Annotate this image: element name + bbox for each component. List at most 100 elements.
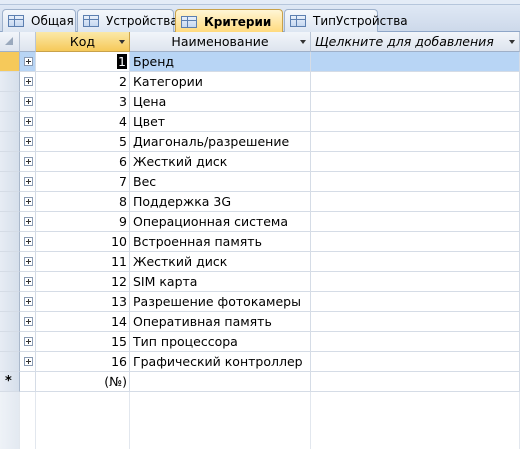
- name-cell[interactable]: Жесткий диск: [130, 152, 311, 172]
- table-row[interactable]: 7 Вес: [0, 172, 520, 192]
- name-cell[interactable]: Поддержка 3G: [130, 192, 311, 212]
- expand-cell[interactable]: [20, 72, 36, 92]
- expand-cell[interactable]: [20, 52, 36, 72]
- record-selector[interactable]: [0, 172, 20, 192]
- kod-cell[interactable]: 10: [36, 232, 130, 252]
- expand-plus-icon[interactable]: [24, 317, 33, 326]
- add-field-cell[interactable]: [311, 352, 520, 372]
- table-row[interactable]: 11 Жесткий диск: [0, 252, 520, 272]
- add-field-cell[interactable]: [311, 312, 520, 332]
- expand-cell[interactable]: [20, 92, 36, 112]
- table-row[interactable]: 16 Графический контроллер: [0, 352, 520, 372]
- name-cell[interactable]: Графический контроллер: [130, 352, 311, 372]
- expand-plus-icon[interactable]: [24, 177, 33, 186]
- kod-cell[interactable]: 8: [36, 192, 130, 212]
- table-row[interactable]: 8 Поддержка 3G: [0, 192, 520, 212]
- kod-cell[interactable]: 14: [36, 312, 130, 332]
- name-cell[interactable]: Вес: [130, 172, 311, 192]
- expand-plus-icon[interactable]: [24, 97, 33, 106]
- kod-cell[interactable]: 12: [36, 272, 130, 292]
- expand-plus-icon[interactable]: [24, 357, 33, 366]
- record-selector[interactable]: [0, 152, 20, 172]
- kod-cell[interactable]: 11: [36, 252, 130, 272]
- add-field-cell[interactable]: [311, 292, 520, 312]
- record-selector[interactable]: [0, 112, 20, 132]
- add-field-cell[interactable]: [311, 112, 520, 132]
- expand-cell[interactable]: [20, 192, 36, 212]
- expand-plus-icon[interactable]: [24, 217, 33, 226]
- expand-cell[interactable]: [20, 112, 36, 132]
- expand-plus-icon[interactable]: [24, 297, 33, 306]
- kod-cell[interactable]: 6: [36, 152, 130, 172]
- kod-cell[interactable]: 9: [36, 212, 130, 232]
- add-field-cell[interactable]: [311, 152, 520, 172]
- dropdown-arrow-icon[interactable]: [300, 40, 306, 44]
- expand-cell[interactable]: [20, 132, 36, 152]
- expand-cell[interactable]: [20, 172, 36, 192]
- name-cell[interactable]: Цвет: [130, 112, 311, 132]
- expand-cell[interactable]: [20, 312, 36, 332]
- add-field-cell[interactable]: [311, 272, 520, 292]
- record-selector[interactable]: [0, 132, 20, 152]
- kod-cell[interactable]: 4: [36, 112, 130, 132]
- record-selector[interactable]: [0, 52, 20, 72]
- name-cell[interactable]: Разрешение фотокамеры: [130, 292, 311, 312]
- expand-cell[interactable]: [20, 232, 36, 252]
- expand-plus-icon[interactable]: [24, 57, 33, 66]
- add-field-cell[interactable]: [311, 92, 520, 112]
- add-field-cell[interactable]: [311, 332, 520, 352]
- table-row[interactable]: 12 SIM карта: [0, 272, 520, 292]
- kod-cell[interactable]: 15: [36, 332, 130, 352]
- table-row[interactable]: 14 Оперативная память: [0, 312, 520, 332]
- add-field-cell[interactable]: [311, 252, 520, 272]
- add-field-cell[interactable]: [311, 372, 520, 392]
- column-header-name[interactable]: Наименование: [130, 32, 311, 52]
- select-all-corner[interactable]: [0, 32, 20, 52]
- expand-plus-icon[interactable]: [24, 337, 33, 346]
- name-cell[interactable]: Цена: [130, 92, 311, 112]
- record-selector[interactable]: [0, 252, 20, 272]
- expand-plus-icon[interactable]: [24, 277, 33, 286]
- record-selector[interactable]: [0, 332, 20, 352]
- record-selector[interactable]: [0, 352, 20, 372]
- dropdown-arrow-icon[interactable]: [119, 40, 125, 44]
- name-cell[interactable]: Встроенная память: [130, 232, 311, 252]
- expand-cell[interactable]: [20, 252, 36, 272]
- expand-plus-icon[interactable]: [24, 237, 33, 246]
- tab-tipustroystva[interactable]: ТипУстройства: [284, 9, 408, 32]
- record-selector[interactable]: [0, 292, 20, 312]
- record-selector[interactable]: [0, 212, 20, 232]
- kod-cell[interactable]: 16: [36, 352, 130, 372]
- kod-cell[interactable]: 5: [36, 132, 130, 152]
- table-row[interactable]: 5 Диагональ/разрешение: [0, 132, 520, 152]
- expand-plus-icon[interactable]: [24, 117, 33, 126]
- table-row[interactable]: 6 Жесткий диск: [0, 152, 520, 172]
- table-row[interactable]: 9 Операционная система: [0, 212, 520, 232]
- expand-plus-icon[interactable]: [24, 257, 33, 266]
- column-header-kod[interactable]: Код: [36, 32, 130, 52]
- expand-plus-icon[interactable]: [24, 197, 33, 206]
- table-row[interactable]: 15 Тип процессора: [0, 332, 520, 352]
- name-cell[interactable]: Категории: [130, 72, 311, 92]
- record-selector[interactable]: [0, 92, 20, 112]
- add-field-cell[interactable]: [311, 132, 520, 152]
- expand-cell[interactable]: [20, 332, 36, 352]
- name-cell[interactable]: SIM карта: [130, 272, 311, 292]
- table-row[interactable]: 1 Бренд: [0, 52, 520, 72]
- add-field-cell[interactable]: [311, 232, 520, 252]
- kod-cell[interactable]: 7: [36, 172, 130, 192]
- add-field-cell[interactable]: [311, 172, 520, 192]
- table-row[interactable]: 10 Встроенная память: [0, 232, 520, 252]
- kod-cell[interactable]: 3: [36, 92, 130, 112]
- name-cell[interactable]: Тип процессора: [130, 332, 311, 352]
- name-cell[interactable]: Жесткий диск: [130, 252, 311, 272]
- expand-plus-icon[interactable]: [24, 157, 33, 166]
- add-field-cell[interactable]: [311, 72, 520, 92]
- expand-cell[interactable]: [20, 212, 36, 232]
- record-selector[interactable]: *: [0, 372, 20, 392]
- name-cell[interactable]: Бренд: [130, 52, 311, 72]
- record-selector[interactable]: [0, 232, 20, 252]
- table-row[interactable]: 3 Цена: [0, 92, 520, 112]
- kod-cell[interactable]: (№): [36, 372, 130, 392]
- add-field-cell[interactable]: [311, 192, 520, 212]
